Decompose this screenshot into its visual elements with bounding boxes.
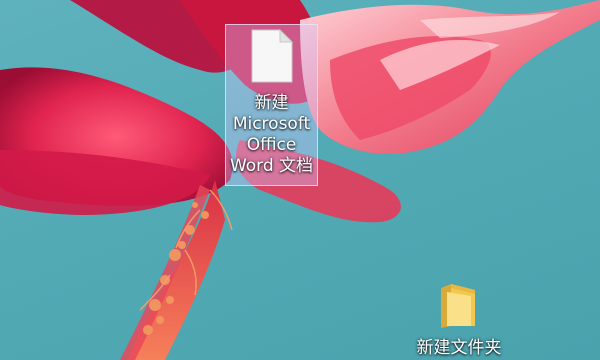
desktop-icon-label: 新建文件夹 (416, 338, 502, 358)
desktop-icon-new-word-document[interactable]: 新建 Microsoft Office Word 文档 (225, 24, 318, 186)
folder-icon (437, 282, 481, 334)
desktop-icon-label: 新建 Microsoft Office Word 文档 (229, 93, 314, 176)
blank-document-icon (250, 28, 294, 87)
desktop-icon-new-folder[interactable]: 新建文件夹 (404, 282, 514, 360)
